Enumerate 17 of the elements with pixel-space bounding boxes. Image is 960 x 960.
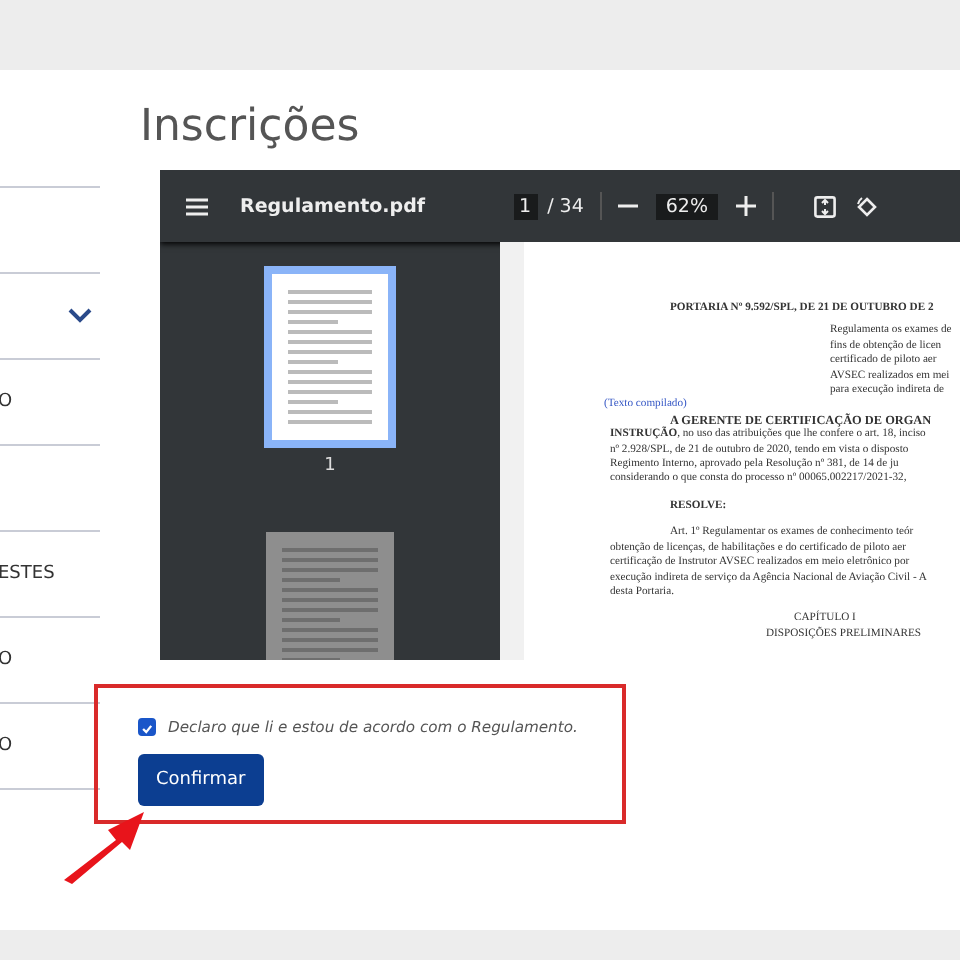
- page-thumbnail[interactable]: [266, 532, 394, 660]
- checkbox[interactable]: [138, 718, 156, 736]
- zoom-level-field[interactable]: 62%: [655, 193, 718, 219]
- confirm-button[interactable]: Confirmar: [138, 754, 264, 806]
- page-thumbnail[interactable]: [264, 266, 396, 448]
- sidebar-item[interactable]: ESTES: [0, 564, 55, 584]
- zoom-in-icon[interactable]: [736, 196, 756, 216]
- fit-page-icon[interactable]: [814, 195, 836, 217]
- rotate-icon[interactable]: [856, 195, 878, 217]
- page-label: 1: [324, 456, 336, 476]
- page-title: Inscrições: [140, 100, 362, 156]
- page-total: / 34: [547, 195, 584, 217]
- page-number-field[interactable]: 1: [513, 193, 538, 219]
- file-name: Regulamento.pdf: [240, 195, 426, 217]
- menu-icon[interactable]: [186, 197, 208, 215]
- scrollbar[interactable]: [500, 242, 524, 660]
- chevron-icon[interactable]: [68, 308, 92, 324]
